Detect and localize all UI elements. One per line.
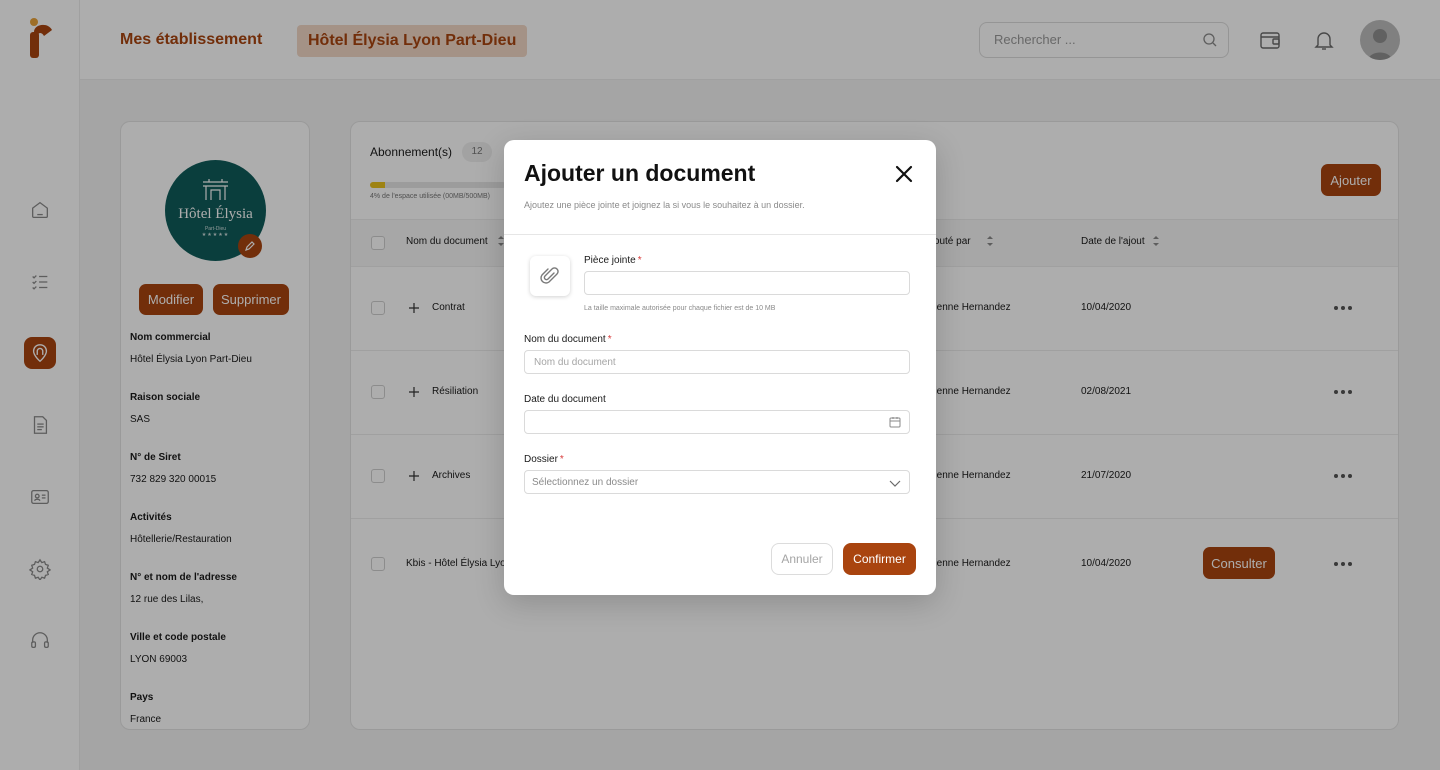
required-mark: * (559, 454, 564, 465)
document-name-label: Nom du document * (524, 334, 612, 345)
attachment-label: Pièce jointe * (584, 255, 642, 266)
attachment-label-text: Pièce jointe (584, 255, 636, 266)
modal-divider (504, 234, 936, 235)
document-name-label-text: Nom du document (524, 334, 606, 345)
add-document-modal: Ajouter un document Ajoutez une pièce jo… (504, 140, 936, 595)
cancel-button[interactable]: Annuler (771, 543, 833, 575)
calendar-icon[interactable] (889, 416, 901, 428)
required-mark: * (637, 255, 642, 266)
chevron-down-icon (889, 480, 901, 487)
attachment-size-hint: La taille maximale autorisée pour chaque… (584, 305, 776, 312)
close-icon[interactable] (894, 164, 914, 184)
attachment-upload-button[interactable] (530, 256, 570, 296)
required-mark: * (607, 334, 612, 345)
folder-select-placeholder: Sélectionnez un dossier (532, 477, 639, 488)
confirm-button[interactable]: Confirmer (843, 543, 916, 575)
folder-label-text: Dossier (524, 454, 558, 465)
folder-select[interactable]: Sélectionnez un dossier (524, 470, 910, 494)
modal-title: Ajouter un document (524, 160, 756, 186)
folder-label: Dossier * (524, 454, 564, 465)
document-name-input[interactable] (524, 350, 910, 374)
attachment-input[interactable] (584, 271, 910, 295)
document-date-label: Date du document (524, 394, 606, 405)
modal-subtitle: Ajoutez une pièce jointe et joignez la s… (524, 200, 805, 210)
document-date-input[interactable] (524, 410, 910, 434)
paperclip-icon (540, 267, 559, 284)
